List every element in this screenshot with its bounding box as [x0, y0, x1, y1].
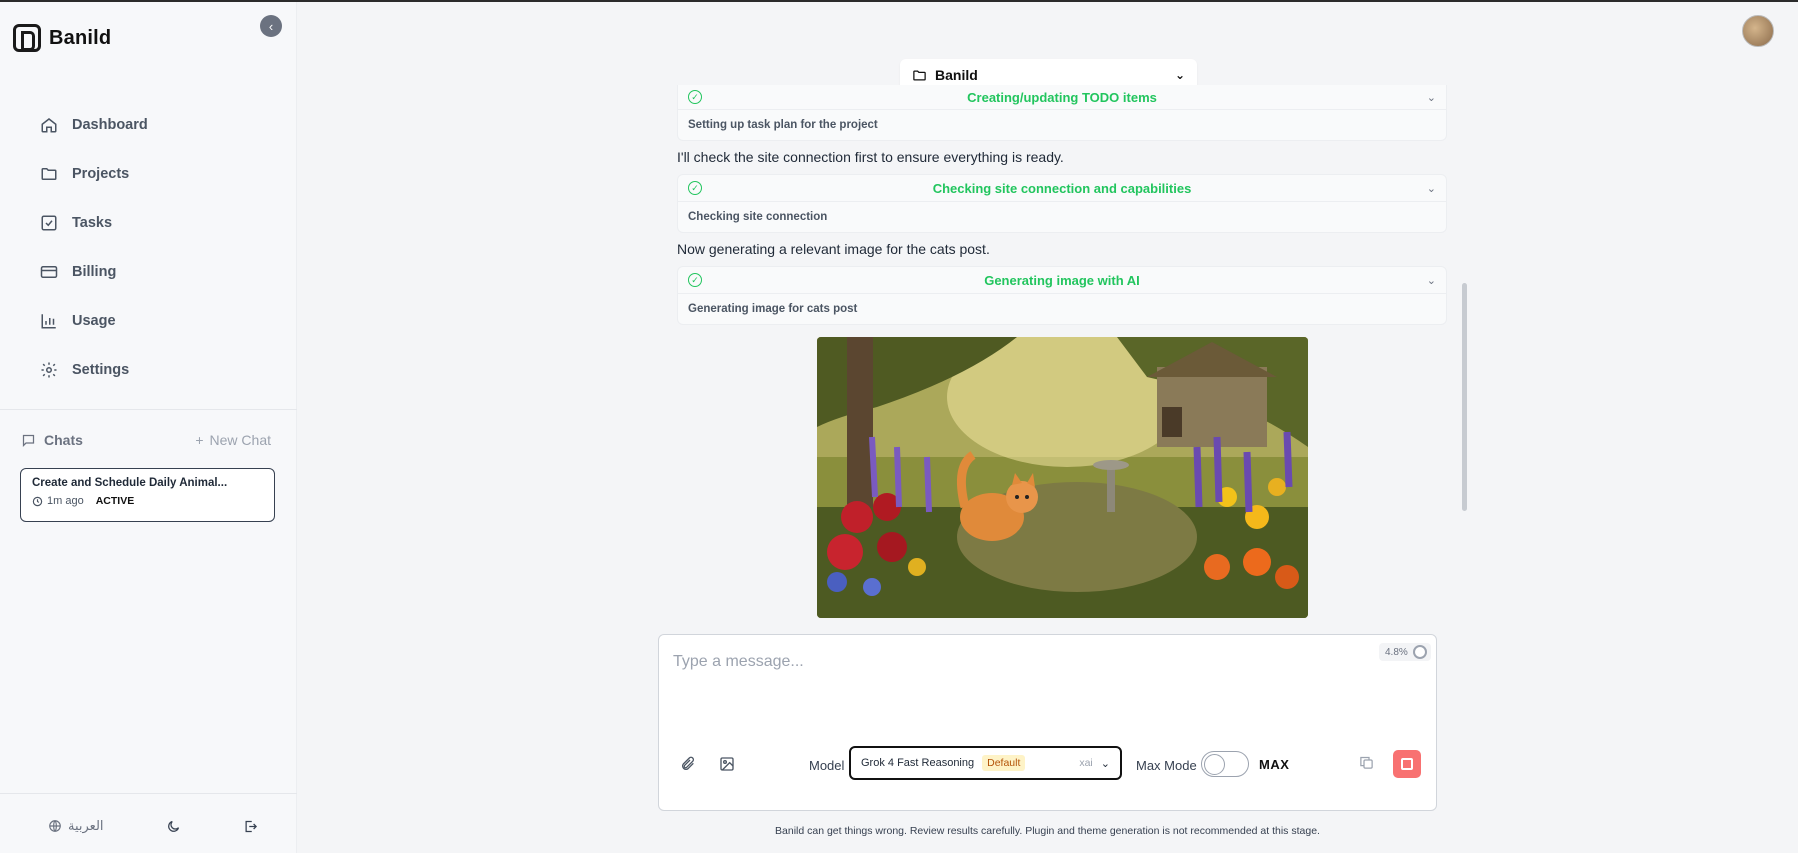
chat-title: Create and Schedule Daily Animal...: [32, 477, 228, 489]
assistant-message: Now generating a relevant image for the …: [677, 241, 990, 257]
max-mode-text: MAX: [1259, 757, 1290, 772]
assistant-message: I'll check the site connection first to …: [677, 149, 1064, 165]
chevron-down-icon: ⌄: [1100, 757, 1110, 770]
sidebar-item-label: Usage: [72, 312, 116, 329]
max-mode-label: Max Mode: [1136, 758, 1197, 773]
tool-call-header[interactable]: ✓ Generating image with AI ⌄: [678, 267, 1446, 294]
sidebar-item-settings[interactable]: Settings: [40, 345, 148, 394]
project-name: Banild: [935, 67, 978, 83]
plus-icon: +: [195, 432, 204, 448]
brand[interactable]: Banild: [13, 24, 111, 52]
disclaimer-text: Banild can get things wrong. Review resu…: [775, 825, 1320, 837]
globe-icon: [49, 820, 61, 832]
sidebar-item-label: Projects: [72, 165, 130, 182]
user-avatar[interactable]: [1742, 15, 1774, 47]
sidebar-nav: Dashboard Projects Tasks Billing Usage S…: [40, 100, 148, 394]
gear-icon: [41, 362, 57, 377]
max-mode-toggle[interactable]: [1201, 751, 1249, 777]
chat-meta: 1m ago ACTIVE: [32, 495, 263, 507]
clock-icon: [32, 496, 43, 506]
stop-generation-button[interactable]: [1393, 750, 1421, 778]
sidebar-item-label: Billing: [72, 263, 117, 280]
default-badge: Default: [982, 755, 1026, 771]
checkbox-icon: [41, 215, 57, 230]
chat-bubble-icon: [22, 434, 35, 447]
sidebar-item-projects[interactable]: Projects: [40, 149, 148, 198]
conversation-scrollbar[interactable]: [1462, 283, 1467, 511]
copy-icon[interactable]: [1359, 755, 1374, 770]
sidebar-footer: العربية: [48, 818, 258, 834]
chat-time: 1m ago: [47, 495, 84, 507]
tool-call-header[interactable]: ✓ Checking site connection and capabilit…: [678, 175, 1446, 202]
context-usage-value: 4.8%: [1385, 646, 1408, 658]
logout-icon[interactable]: [243, 819, 258, 834]
brand-name: Banild: [49, 26, 112, 49]
tool-call-title: Creating/updating TODO items: [967, 89, 1157, 105]
sidebar-item-label: Settings: [72, 361, 130, 378]
chevron-down-icon: ⌄: [1174, 68, 1185, 82]
tool-call-detail: Setting up task plan for the project: [688, 119, 878, 131]
folder-icon: [41, 167, 57, 180]
progress-ring-icon: [1412, 645, 1427, 659]
moon-icon[interactable]: [166, 819, 181, 834]
home-icon: [41, 117, 57, 132]
chats-title: Chats: [21, 432, 83, 448]
chats-header: Chats + New Chat: [21, 432, 271, 448]
message-input[interactable]: [673, 653, 1273, 713]
tool-call-title: Checking site connection and capabilitie…: [932, 180, 1192, 196]
conversation: ✓ Creating/updating TODO items ⌄ Setting…: [677, 85, 1447, 325]
sidebar-item-dashboard[interactable]: Dashboard: [40, 100, 148, 149]
language-label: العربية: [68, 818, 104, 833]
language-switch[interactable]: العربية: [48, 818, 104, 834]
chats-label: Chats: [44, 432, 83, 448]
chat-status-badge: ACTIVE: [95, 495, 135, 507]
collapse-sidebar-button[interactable]: ‹: [260, 15, 282, 37]
composer-toolbar: Model Grok 4 Fast Reasoning Default xai …: [659, 746, 1438, 786]
model-provider: xai: [1079, 757, 1093, 769]
sidebar-item-billing[interactable]: Billing: [40, 247, 148, 296]
message-composer: 4.8% Model Grok 4 Fast Reasoning Default…: [658, 634, 1437, 811]
sidebar-footer-divider: [0, 793, 297, 794]
model-select[interactable]: Grok 4 Fast Reasoning Default xai ⌄: [849, 746, 1122, 780]
tool-call-detail: Generating image for cats post: [688, 303, 858, 315]
sidebar-item-label: Tasks: [72, 214, 113, 231]
tool-call-card: ✓ Generating image with AI ⌄ Generating …: [677, 266, 1447, 325]
chat-list-item[interactable]: Create and Schedule Daily Animal... 1m a…: [20, 468, 275, 522]
brand-logo-icon: [13, 24, 41, 52]
paperclip-icon[interactable]: [680, 756, 696, 772]
bar-chart-icon: [41, 313, 56, 328]
tool-call-header[interactable]: ✓ Creating/updating TODO items ⌄: [678, 85, 1446, 110]
sidebar-divider: [0, 409, 297, 410]
sidebar-item-usage[interactable]: Usage: [40, 296, 148, 345]
tool-call-card: ✓ Creating/updating TODO items ⌄ Setting…: [677, 85, 1447, 141]
generated-cat-image[interactable]: [817, 337, 1308, 618]
model-label: Model: [809, 758, 845, 773]
stop-icon: [1401, 758, 1413, 770]
tool-call-detail: Checking site connection: [688, 211, 828, 223]
folder-icon: [913, 70, 926, 80]
credit-card-icon: [40, 265, 58, 278]
sidebar-item-label: Dashboard: [72, 116, 148, 133]
new-chat-button[interactable]: + New Chat: [195, 432, 271, 448]
image-icon[interactable]: [719, 756, 735, 772]
sidebar-item-tasks[interactable]: Tasks: [40, 198, 148, 247]
sidebar: Banild ‹ Dashboard Projects Tasks Billin…: [0, 2, 297, 853]
tool-call-card: ✓ Checking site connection and capabilit…: [677, 174, 1447, 233]
context-usage-indicator: 4.8%: [1379, 643, 1431, 661]
tool-call-title: Generating image with AI: [984, 272, 1140, 288]
model-name: Grok 4 Fast Reasoning: [861, 757, 975, 769]
new-chat-label: New Chat: [209, 432, 271, 448]
